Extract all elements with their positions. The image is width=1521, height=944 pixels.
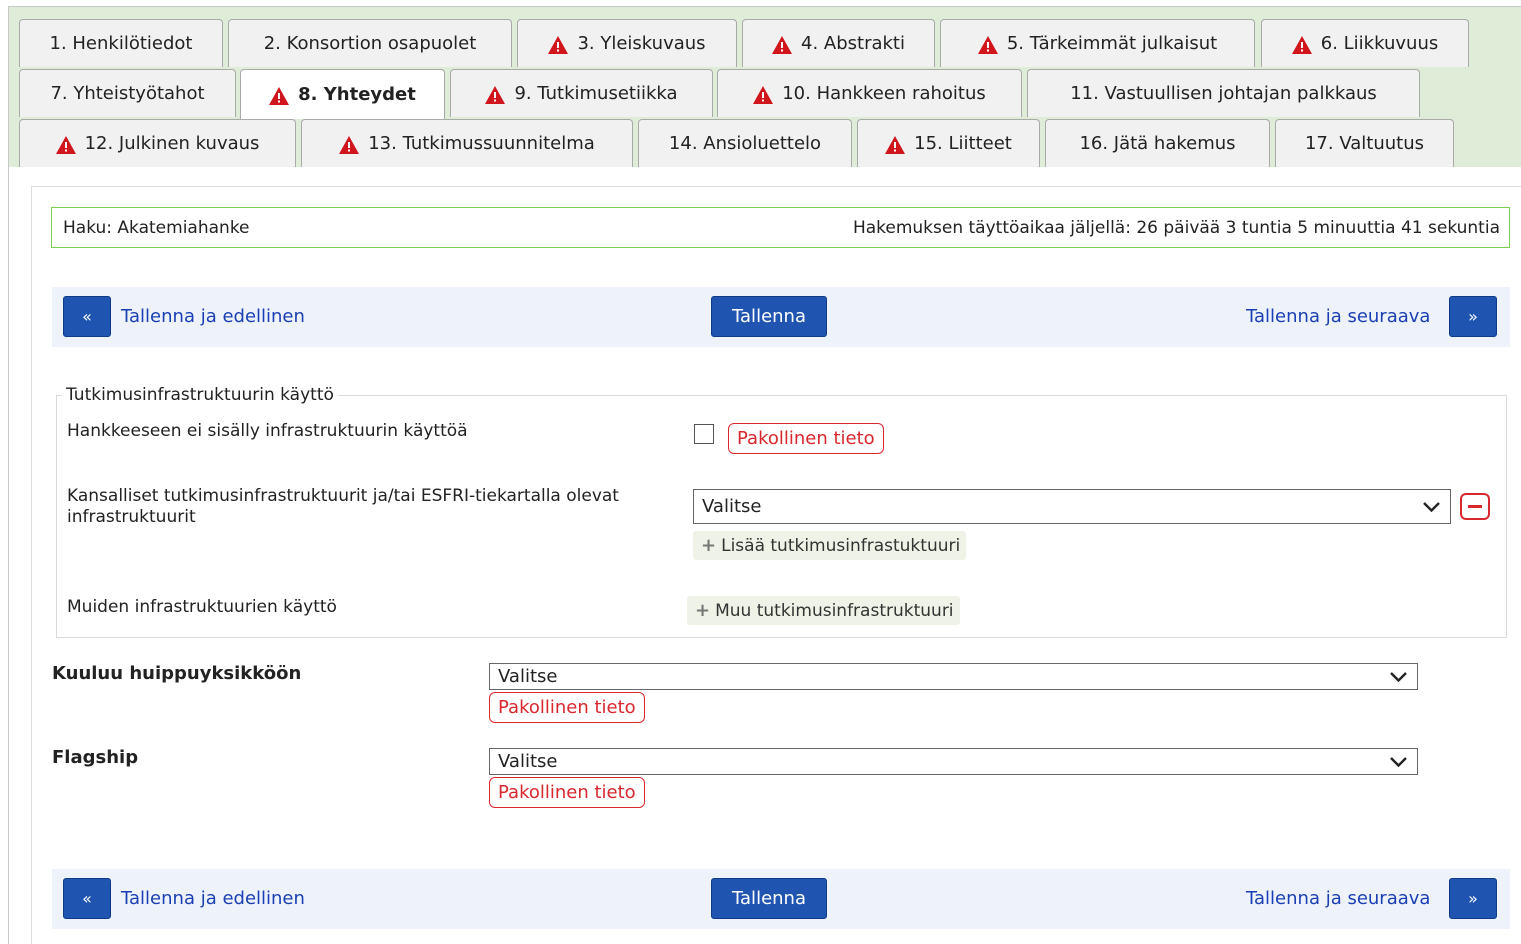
required-badge: Pakollinen tieto (489, 777, 645, 808)
plus-icon: + (701, 535, 717, 556)
tab-liitteet[interactable]: 15. Liitteet (857, 119, 1040, 167)
infrastructure-legend: Tutkimusinfrastruktuurin käyttö (62, 385, 338, 405)
application-header: Haku: Akatemiahanke Hakemuksen täyttöaik… (51, 207, 1510, 248)
no-infrastructure-label: Hankkeeseen ei sisälly infrastruktuurin … (67, 421, 468, 441)
tab-label: 3. Yleiskuvaus (577, 33, 706, 54)
tab-valtuutus[interactable]: 17. Valtuutus (1275, 119, 1454, 167)
warning-icon (339, 135, 360, 154)
label-line: infrastruktuurit (67, 507, 196, 527)
tab-label: 2. Konsortion osapuolet (263, 33, 477, 54)
save-button[interactable]: Tallenna (711, 296, 827, 337)
plus-icon: + (695, 600, 711, 621)
save-and-previous-link[interactable]: Tallenna ja edellinen (121, 888, 305, 909)
remove-infrastructure-button[interactable] (1460, 493, 1490, 520)
next-arrow-button[interactable]: » (1449, 296, 1497, 337)
chevron-down-icon (1390, 756, 1407, 767)
warning-icon (269, 86, 290, 105)
warning-icon (885, 135, 906, 154)
warning-icon (55, 135, 76, 154)
button-label: Lisää tutkimusinfrastuktuuri (721, 535, 961, 556)
flagship-select[interactable]: Valitse (489, 748, 1418, 775)
warning-icon (548, 35, 569, 54)
tab-label: 12. Julkinen kuvaus (84, 133, 260, 154)
warning-icon (772, 35, 792, 54)
national-infrastructures-label: Kansalliset tutkimusinfrastruktuurit ja/… (67, 486, 619, 528)
tab-tarkeimmat-julkaisut[interactable]: 5. Tärkeimmät julkaisut (940, 19, 1255, 67)
call-name: Haku: Akatemiahanke (63, 217, 250, 238)
national-infrastructure-select[interactable]: Valitse (693, 489, 1451, 524)
tab-label: 14. Ansioluettelo (668, 133, 822, 154)
tab-label: 1. Henkilötiedot (49, 33, 193, 54)
centre-of-excellence-label: Kuuluu huippuyksikköön (52, 663, 302, 684)
minus-icon (1468, 505, 1482, 508)
next-arrow-button[interactable]: » (1449, 878, 1497, 919)
tab-jata-hakemus[interactable]: 16. Jätä hakemus (1045, 119, 1270, 167)
chevron-down-icon (1423, 501, 1440, 512)
tab-label: 6. Liikkuvuus (1320, 33, 1439, 54)
select-value: Valitse (498, 666, 558, 687)
tab-label: 13. Tutkimussuunnitelma (368, 133, 595, 154)
save-and-previous-link[interactable]: Tallenna ja edellinen (121, 306, 305, 327)
tab-yhteistyotahot[interactable]: 7. Yhteistyötahot (19, 69, 236, 117)
tab-label: 9. Tutkimusetiikka (514, 83, 678, 104)
flagship-label: Flagship (52, 747, 139, 768)
warning-icon (753, 85, 774, 104)
add-infrastructure-button[interactable]: + Lisää tutkimusinfrastuktuuri (693, 531, 967, 560)
tab-label: 15. Liitteet (914, 133, 1012, 154)
tab-yhteydet[interactable]: 8. Yhteydet (240, 69, 445, 119)
centre-of-excellence-select[interactable]: Valitse (489, 663, 1418, 690)
tab-konsortion-osapuolet[interactable]: 2. Konsortion osapuolet (228, 19, 512, 67)
select-value: Valitse (702, 496, 762, 517)
chevron-down-icon (1390, 671, 1407, 682)
tab-label: 10. Hankkeen rahoitus (782, 83, 986, 104)
tab-julkinen-kuvaus[interactable]: 12. Julkinen kuvaus (19, 119, 296, 167)
required-badge: Pakollinen tieto (489, 692, 645, 723)
warning-icon (977, 35, 998, 54)
time-remaining: Hakemuksen täyttöaikaa jäljellä: 26 päiv… (852, 217, 1500, 238)
save-button[interactable]: Tallenna (711, 878, 827, 919)
tab-label: 17. Valtuutus (1304, 133, 1424, 154)
tab-hankkeen-rahoitus[interactable]: 10. Hankkeen rahoitus (717, 69, 1022, 117)
nav-bar-bottom: « Tallenna ja edellinen Tallenna Tallenn… (52, 869, 1510, 929)
tab-label: 4. Abstrakti (801, 33, 905, 54)
tab-vastuullisen-johtajan-palkkaus[interactable]: 11. Vastuullisen johtajan palkkaus (1027, 69, 1420, 117)
tab-tutkimussuunnitelma[interactable]: 13. Tutkimussuunnitelma (301, 119, 633, 167)
other-infrastructures-label: Muiden infrastruktuurien käyttö (67, 597, 337, 617)
tab-label: 7. Yhteistyötahot (50, 83, 205, 104)
label-line: Kansalliset tutkimusinfrastruktuurit ja/… (67, 486, 619, 506)
warning-icon (485, 85, 506, 104)
tab-abstrakti[interactable]: 4. Abstrakti (742, 19, 935, 67)
prev-arrow-button[interactable]: « (63, 878, 111, 919)
tab-tutkimusetiikka[interactable]: 9. Tutkimusetiikka (450, 69, 713, 117)
select-value: Valitse (498, 751, 558, 772)
button-label: Muu tutkimusinfrastruktuuri (715, 600, 954, 621)
tab-henkilotiedot[interactable]: 1. Henkilötiedot (19, 19, 223, 67)
other-infrastructure-button[interactable]: + Muu tutkimusinfrastruktuuri (687, 596, 960, 625)
tab-label: 16. Jätä hakemus (1079, 133, 1236, 154)
tab-label: 8. Yhteydet (298, 84, 416, 105)
nav-bar-top: « Tallenna ja edellinen Tallenna Tallenn… (52, 287, 1510, 347)
tab-liikkuvuus[interactable]: 6. Liikkuvuus (1261, 19, 1469, 67)
prev-arrow-button[interactable]: « (63, 296, 111, 337)
save-and-next-link[interactable]: Tallenna ja seuraava (1246, 888, 1430, 909)
tab-label: 11. Vastuullisen johtajan palkkaus (1070, 83, 1377, 104)
save-and-next-link[interactable]: Tallenna ja seuraava (1246, 306, 1430, 327)
tab-yleiskuvaus[interactable]: 3. Yleiskuvaus (517, 19, 737, 67)
tab-label: 5. Tärkeimmät julkaisut (1006, 33, 1218, 54)
no-infrastructure-checkbox[interactable] (694, 424, 714, 444)
required-badge: Pakollinen tieto (728, 423, 884, 454)
warning-icon (1291, 35, 1312, 54)
tab-ansioluettelo[interactable]: 14. Ansioluettelo (638, 119, 852, 167)
